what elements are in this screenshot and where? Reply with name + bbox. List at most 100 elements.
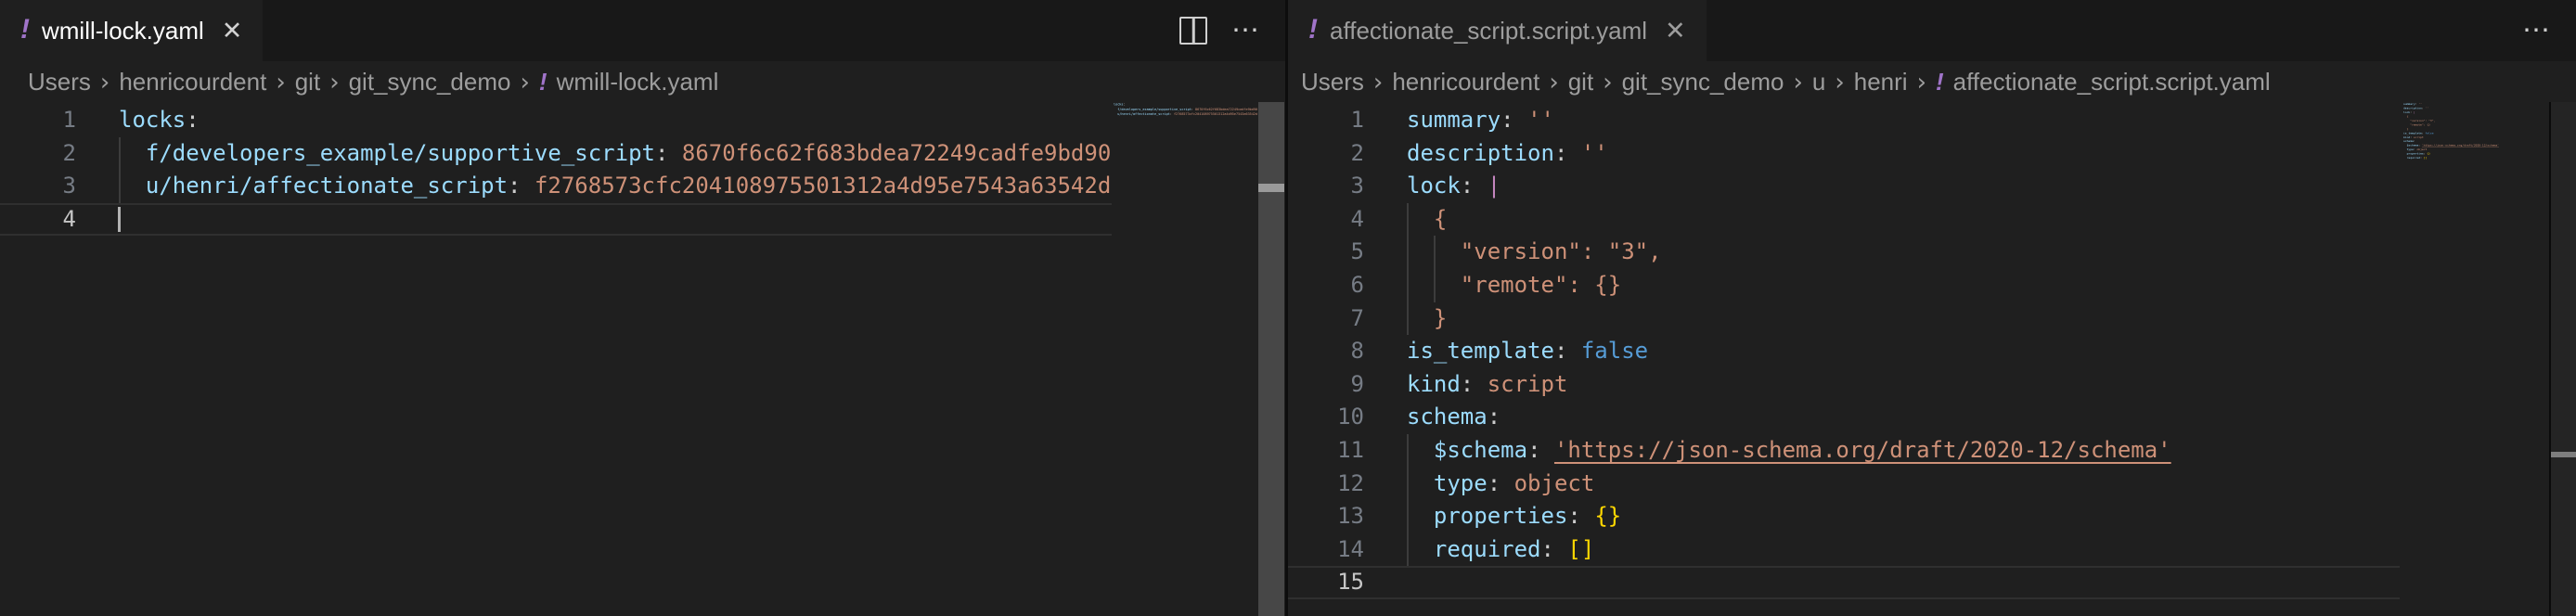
token-key: description (1407, 140, 1554, 166)
close-tab-icon[interactable]: ✕ (1665, 17, 1686, 45)
code-area[interactable]: 1summary: ''2description: ''3lock: |4 {5… (1288, 104, 2400, 599)
tab-label: affectionate_script.script.yaml (1330, 17, 1647, 45)
code-line[interactable]: 6 "remote": {} (1288, 269, 2400, 302)
close-tab-icon[interactable]: ✕ (222, 17, 243, 45)
tab-bar-right: ! affectionate_script.script.yaml ✕ ⋯ (1288, 0, 2576, 61)
breadcrumb-item[interactable]: henri (1854, 68, 1908, 96)
breadcrumb-separator-icon: › (1549, 69, 1558, 96)
code-line[interactable]: 8is_template: false (1288, 335, 2400, 368)
editor-left[interactable]: 1locks:2 f/developers_example/supportive… (0, 102, 1285, 616)
token-pun: : (1501, 107, 1513, 133)
breadcrumb-item[interactable]: Users (28, 68, 91, 96)
scrollbar[interactable] (1258, 102, 1284, 616)
line-number: 3 (0, 170, 76, 203)
token-key: f/developers_example/supportive_script (1117, 108, 1191, 111)
code-line[interactable]: 2 f/developers_example/supportive_script… (0, 137, 1112, 171)
token-sp (1541, 437, 1554, 463)
line-number: 9 (1288, 368, 1364, 402)
code-line[interactable]: 5 "version": "3", (1288, 236, 2400, 269)
token-sp (1581, 503, 1594, 529)
split-editor-icon[interactable] (1179, 17, 1207, 45)
code-line[interactable]: 13 properties: {} (1288, 500, 2400, 533)
breadcrumb-item[interactable]: git_sync_demo (349, 68, 511, 96)
breadcrumb[interactable]: Users›henricourdent›git›git_sync_demo›!w… (0, 61, 1285, 102)
breadcrumb-item[interactable]: Users (1301, 68, 1364, 96)
code-line[interactable]: 4 (0, 203, 1112, 237)
code-line[interactable]: 12 type: object (1288, 468, 2400, 501)
code-line[interactable]: 4 { (1288, 203, 2400, 237)
code-line[interactable]: 9kind: script (1288, 368, 2400, 402)
code-line[interactable]: 3lock: | (1288, 170, 2400, 203)
breadcrumb-file-item[interactable]: wmill-lock.yaml (557, 68, 719, 96)
line-number: 14 (1288, 533, 1364, 567)
token-key: schema (2403, 139, 2414, 143)
scrollbar-cursor-marker[interactable] (2551, 452, 2576, 457)
token-str: object (2416, 148, 2427, 151)
scrollbar-cursor-marker[interactable] (1258, 184, 1284, 192)
token-key: required (2407, 156, 2420, 160)
token-sp (1474, 173, 1487, 199)
token-str: '' (1581, 140, 1608, 166)
breadcrumb-item[interactable]: henricourdent (1392, 68, 1539, 96)
tab-bar-left: ! wmill-lock.yaml ✕ ⋯ (0, 0, 1285, 61)
token-sp (1567, 140, 1580, 166)
line-number: 12 (1288, 468, 1364, 501)
indent-guide (1407, 533, 1409, 567)
yaml-file-icon: ! (1308, 14, 1318, 45)
breadcrumb-separator-icon: › (100, 69, 109, 96)
token-str: { (1407, 206, 1447, 232)
token-str: "remote": {} (2403, 123, 2430, 127)
scrollbar[interactable] (2549, 102, 2576, 616)
line-number: 3 (1288, 170, 1364, 203)
token-str: f2768573cfc204108975501312a4d95e7543a635… (1174, 112, 1257, 116)
token-sp (1407, 437, 1434, 463)
token-pun: : (1461, 173, 1474, 199)
code-line[interactable]: 10schema: (1288, 401, 2400, 434)
token-str: script (2414, 135, 2424, 139)
code-line[interactable]: 14 required: [] (1288, 533, 2400, 567)
more-actions-icon[interactable]: ⋯ (2522, 0, 2552, 61)
breadcrumb-file-item[interactable]: affectionate_script.script.yaml (1953, 68, 2271, 96)
token-str: 8670f6c62f683bdea72249cadfe9bd90 (682, 140, 1111, 166)
code-line[interactable]: 3 u/henri/affectionate_script: f2768573c… (0, 170, 1112, 203)
code-line[interactable]: 2description: '' (1288, 137, 2400, 171)
token-link: 'https://json-schema.org/draft/2020-12/s… (1554, 437, 2171, 463)
token-str: '' (2418, 102, 2422, 106)
breadcrumb-item[interactable]: git (295, 68, 320, 96)
code-line[interactable]: 11 $schema: 'https://json-schema.org/dra… (1288, 434, 2400, 468)
breadcrumb[interactable]: Users›henricourdent›git›git_sync_demo›u›… (1288, 61, 2576, 102)
breadcrumb-item[interactable]: git (1568, 68, 1593, 96)
code-area[interactable]: 1locks:2 f/developers_example/supportive… (0, 104, 1112, 236)
token-kw: | (1488, 173, 1501, 199)
token-kw: | (2414, 110, 2415, 114)
tab-wmill-lock-yaml[interactable]: ! wmill-lock.yaml ✕ (0, 0, 263, 61)
token-str: f2768573cfc204108975501312a4d95e7543a635… (535, 173, 1111, 199)
indent-guide (1407, 203, 1409, 237)
token-sp (119, 173, 146, 199)
token-str: "version": "3", (1407, 238, 1662, 264)
indent-guide (119, 137, 121, 171)
yaml-file-icon: ! (539, 68, 547, 96)
code-line[interactable]: 15 (1288, 566, 2400, 599)
token-str: '' (1527, 107, 1554, 133)
minimap[interactable]: summary: ''description: ''lock: | { "ver… (2403, 102, 2517, 186)
breadcrumb-item[interactable]: u (1812, 68, 1825, 96)
token-pun: : (2414, 139, 2415, 143)
breadcrumb-separator-icon: › (1835, 69, 1844, 96)
code-line[interactable]: 1locks: (0, 104, 1112, 137)
indent-guide (1434, 236, 1436, 269)
vscode-window: ! wmill-lock.yaml ✕ ⋯ Users › henricourden… (0, 0, 2576, 616)
code-line[interactable]: 1summary: '' (1288, 104, 2400, 137)
minimap[interactable]: locks: f/developers_example/supportive_s… (1114, 102, 1260, 176)
more-actions-icon[interactable]: ⋯ (1231, 0, 1261, 61)
token-pun: : (186, 107, 199, 133)
line-number: 11 (1288, 434, 1364, 468)
token-str: } (2403, 127, 2408, 131)
breadcrumb-item[interactable]: henricourdent (119, 68, 266, 96)
code-line[interactable]: 7 } (1288, 302, 2400, 336)
editor-right[interactable]: 1summary: ''2description: ''3lock: |4 {5… (1288, 102, 2576, 616)
tab-affectionate-script-yaml[interactable]: ! affectionate_script.script.yaml ✕ (1288, 0, 1707, 61)
breadcrumb-item[interactable]: git_sync_demo (1622, 68, 1784, 96)
token-str: "remote": {} (1407, 272, 1621, 298)
token-brk: [] (2424, 156, 2428, 160)
